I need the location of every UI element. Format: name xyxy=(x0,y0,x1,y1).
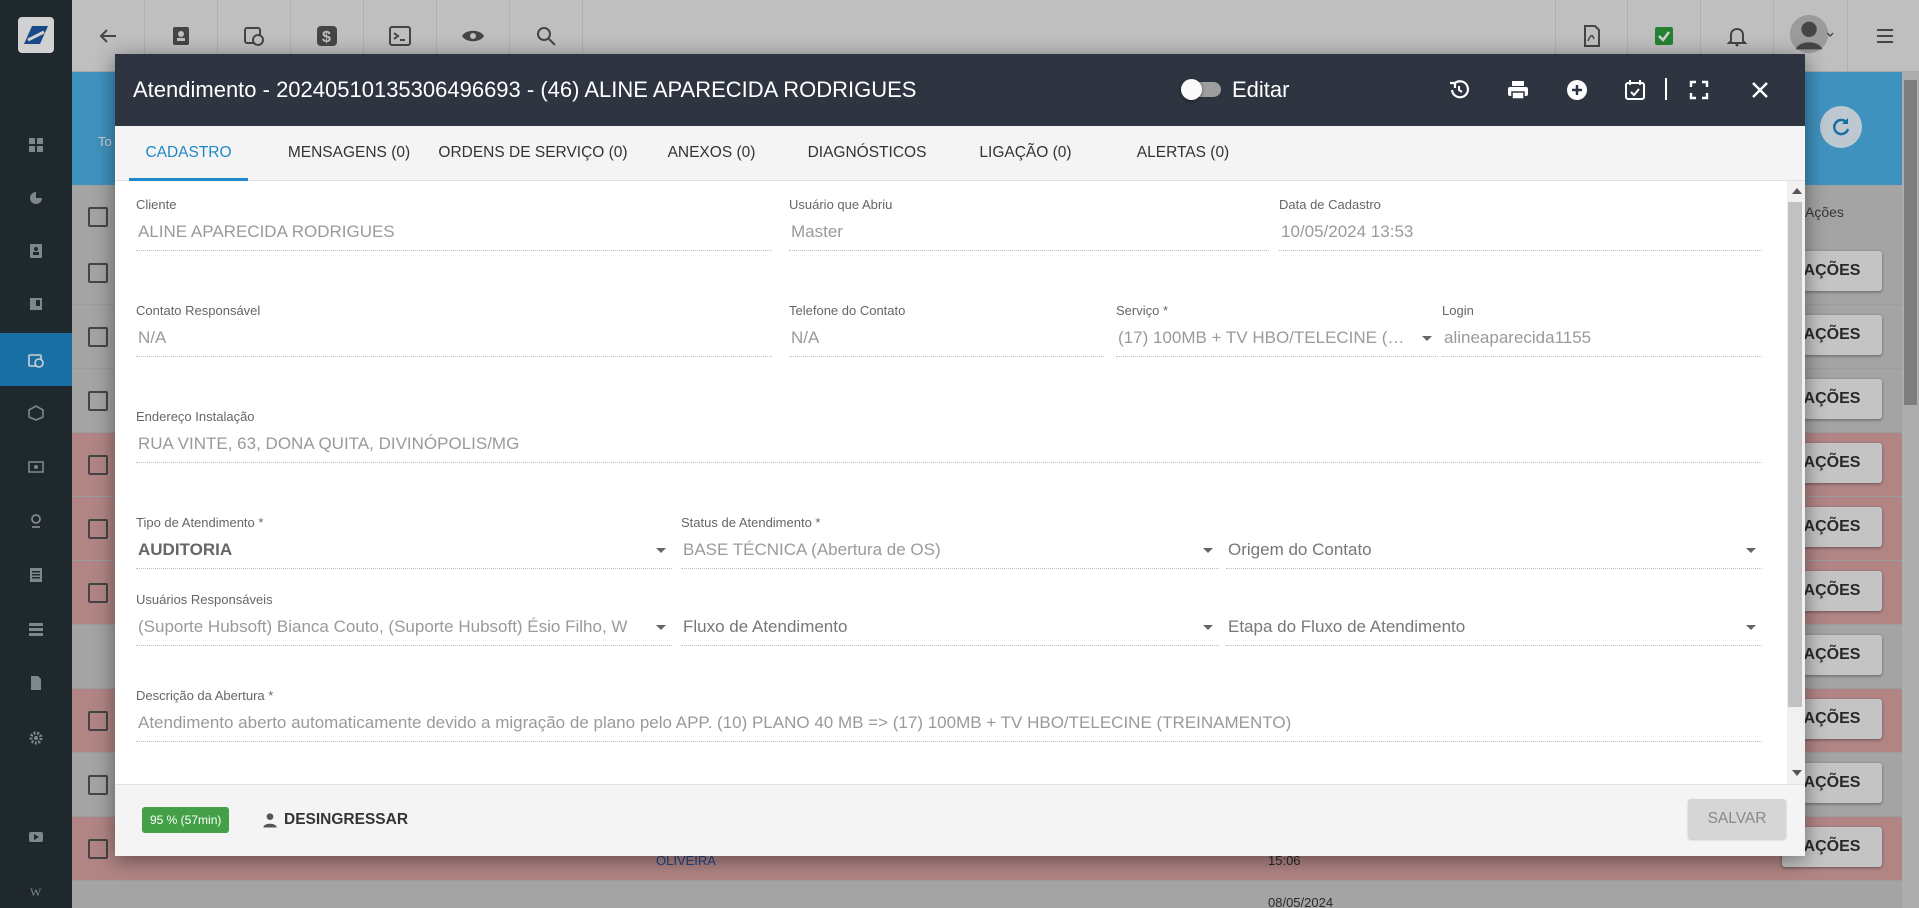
telefone-contato-value[interactable]: N/A xyxy=(789,327,1104,357)
telefone-contato-field: Telefone do Contato N/A xyxy=(789,303,1104,357)
usuario-abriu-field: Usuário que Abriu Master xyxy=(789,197,1269,251)
history-icon[interactable] xyxy=(1441,72,1477,108)
fullscreen-icon[interactable] xyxy=(1681,72,1717,108)
etapa-fluxo-placeholder: Etapa do Fluxo de Atendimento xyxy=(1228,617,1466,636)
servico-select: Serviço * (17) 100MB + TV HBO/TELECINE (… xyxy=(1116,303,1438,357)
status-atendimento-select: Status de Atendimento * BASE TÉCNICA (Ab… xyxy=(681,515,1219,569)
chevron-down-icon xyxy=(1203,548,1213,553)
tipo-atendimento-select: Tipo de Atendimento * AUDITORIA xyxy=(136,515,672,569)
tipo-atendimento-label: Tipo de Atendimento * xyxy=(136,515,264,530)
save-button[interactable]: SALVAR xyxy=(1688,799,1786,839)
tab-anexos[interactable]: ANEXOS (0) xyxy=(649,126,774,181)
add-circle-icon[interactable] xyxy=(1559,72,1595,108)
contato-responsavel-field: Contato Responsável N/A xyxy=(136,303,772,357)
scroll-up-arrow-icon[interactable] xyxy=(1792,188,1802,194)
chevron-down-icon xyxy=(656,625,666,630)
sla-status-badge: 95 % (57min) xyxy=(142,807,230,833)
contato-responsavel-value[interactable]: N/A xyxy=(136,327,772,357)
tipo-atendimento-dropdown[interactable]: AUDITORIA xyxy=(136,539,672,569)
servico-dropdown[interactable]: (17) 100MB + TV HBO/TELECINE (… xyxy=(1116,327,1438,357)
modal-footer: 95 % (57min) DESINGRESSAR SALVAR xyxy=(115,784,1805,856)
fluxo-atendimento-placeholder: Fluxo de Atendimento xyxy=(683,617,848,636)
usuarios-responsaveis-select: Usuários Responsáveis (Suporte Hubsoft) … xyxy=(136,592,672,646)
data-cadastro-label: Data de Cadastro xyxy=(1279,197,1381,212)
tab-ordens-servico[interactable]: ORDENS DE SERVIÇO (0) xyxy=(436,126,630,181)
cliente-field: Cliente ALINE APARECIDA RODRIGUES xyxy=(136,197,772,251)
servico-value: (17) 100MB + TV HBO/TELECINE (… xyxy=(1118,328,1405,347)
cliente-value[interactable]: ALINE APARECIDA RODRIGUES xyxy=(136,221,772,251)
etapa-fluxo-select: Etapa do Fluxo de Atendimento xyxy=(1226,592,1762,646)
usuarios-responsaveis-label: Usuários Responsáveis xyxy=(136,592,273,607)
endereco-value[interactable]: RUA VINTE, 63, DONA QUITA, DIVINÓPOLIS/M… xyxy=(136,433,1762,463)
calendar-check-icon[interactable] xyxy=(1617,72,1653,108)
modal-title: Atendimento - 20240510135306496693 - (46… xyxy=(133,77,917,102)
tab-diagnosticos[interactable]: DIAGNÓSTICOS xyxy=(792,126,942,181)
scroll-down-arrow-icon[interactable] xyxy=(1792,770,1802,776)
endereco-field: Endereço Instalação RUA VINTE, 63, DONA … xyxy=(136,409,1762,463)
fluxo-atendimento-select: Fluxo de Atendimento xyxy=(681,592,1219,646)
desingressar-label: DESINGRESSAR xyxy=(284,811,409,828)
origem-contato-select: Origem do Contato xyxy=(1226,515,1762,569)
descricao-abertura-label: Descrição da Abertura * xyxy=(136,688,274,703)
origem-contato-placeholder: Origem do Contato xyxy=(1228,540,1372,559)
desingressar-button[interactable]: DESINGRESSAR xyxy=(260,807,408,833)
chevron-down-icon xyxy=(1203,625,1213,630)
tab-alertas[interactable]: ALERTAS (0) xyxy=(1081,126,1285,181)
contato-responsavel-label: Contato Responsável xyxy=(136,303,261,318)
usuarios-responsaveis-value: (Suporte Hubsoft) Bianca Couto, (Suporte… xyxy=(138,617,628,636)
origem-contato-dropdown[interactable]: Origem do Contato xyxy=(1226,539,1762,569)
edit-toggle-knob xyxy=(1181,79,1202,100)
telefone-contato-label: Telefone do Contato xyxy=(789,303,906,318)
endereco-label: Endereço Instalação xyxy=(136,409,255,424)
servico-label: Serviço * xyxy=(1116,303,1169,318)
edit-toggle[interactable] xyxy=(1181,79,1221,100)
chevron-down-icon xyxy=(1746,548,1756,553)
chevron-down-icon xyxy=(656,548,666,553)
close-icon[interactable] xyxy=(1742,72,1778,108)
tab-mensagens[interactable]: MENSAGENS (0) xyxy=(269,126,429,181)
modal-tabs: CADASTRO MENSAGENS (0) ORDENS DE SERVIÇO… xyxy=(115,126,1805,181)
person-icon xyxy=(263,813,277,828)
data-cadastro-field: Data de Cadastro 10/05/2024 13:53 xyxy=(1279,197,1762,251)
cliente-label: Cliente xyxy=(136,197,177,212)
edit-toggle-label: Editar xyxy=(1232,77,1290,102)
usuarios-responsaveis-dropdown[interactable]: (Suporte Hubsoft) Bianca Couto, (Suporte… xyxy=(136,616,672,646)
status-atendimento-value: BASE TÉCNICA (Abertura de OS) xyxy=(683,540,941,559)
modal-scrollbar-thumb[interactable] xyxy=(1788,202,1802,707)
status-atendimento-dropdown[interactable]: BASE TÉCNICA (Abertura de OS) xyxy=(681,539,1219,569)
fluxo-atendimento-dropdown[interactable]: Fluxo de Atendimento xyxy=(681,616,1219,646)
print-icon[interactable] xyxy=(1500,72,1536,108)
header-separator xyxy=(1665,78,1667,100)
chevron-down-icon xyxy=(1746,625,1756,630)
tipo-atendimento-value: AUDITORIA xyxy=(138,540,233,559)
etapa-fluxo-dropdown[interactable]: Etapa do Fluxo de Atendimento xyxy=(1226,616,1762,646)
tab-cadastro[interactable]: CADASTRO xyxy=(129,126,248,181)
login-label: Login xyxy=(1442,303,1474,318)
usuario-abriu-label: Usuário que Abriu xyxy=(789,197,893,212)
cadastro-form: Cliente ALINE APARECIDA RODRIGUES Usuári… xyxy=(115,181,1787,784)
descricao-abertura-value[interactable]: Atendimento aberto automaticamente devid… xyxy=(136,712,1762,742)
modal-header: Atendimento - 20240510135306496693 - (46… xyxy=(115,54,1805,126)
status-atendimento-label: Status de Atendimento * xyxy=(681,515,821,530)
login-value[interactable]: alineaparecida1155 xyxy=(1442,327,1762,357)
atendimento-modal: Atendimento - 20240510135306496693 - (46… xyxy=(115,54,1805,856)
tab-ligacao[interactable]: LIGAÇÃO (0) xyxy=(952,126,1099,181)
usuario-abriu-value[interactable]: Master xyxy=(789,221,1269,251)
login-field: Login alineaparecida1155 xyxy=(1442,303,1762,357)
descricao-abertura-field: Descrição da Abertura * Atendimento aber… xyxy=(136,688,1762,742)
data-cadastro-value[interactable]: 10/05/2024 13:53 xyxy=(1279,221,1762,251)
chevron-down-icon xyxy=(1422,336,1432,341)
